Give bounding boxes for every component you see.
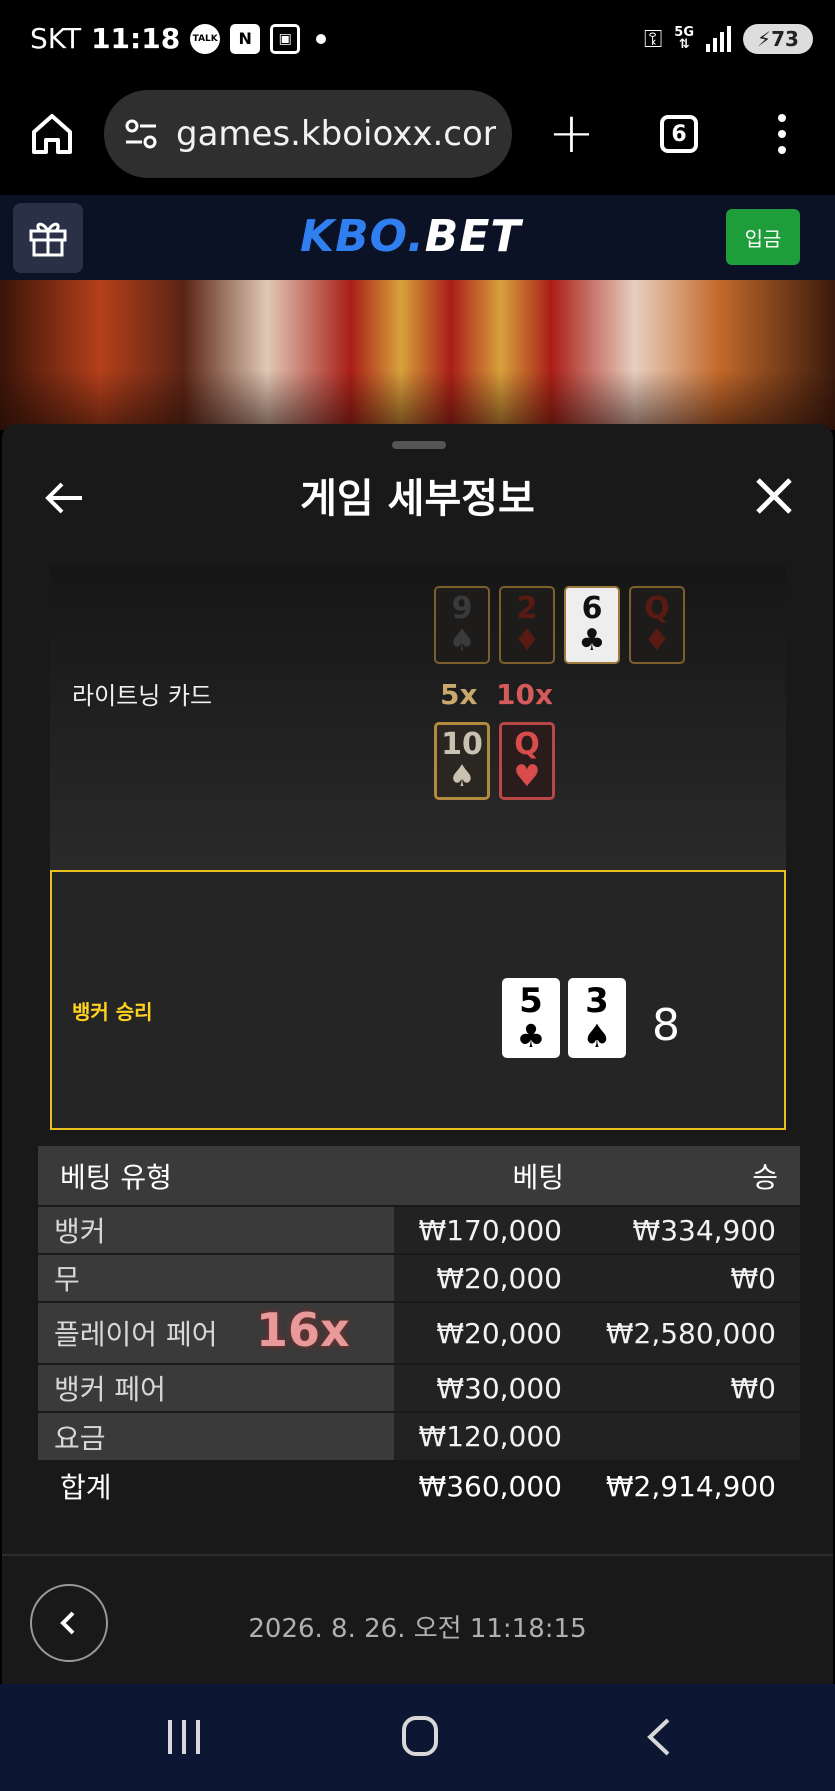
lightning-card: Q ♦ [629,586,685,664]
talk-icon: TALK [190,23,221,54]
vpn-key-icon: ⚿ [644,25,663,53]
bet-amount-cell: ₩170,000 [394,1205,586,1254]
banker-card: 5 ♣ [502,978,560,1058]
pair-multiplier-badge: 16x [256,1303,350,1357]
browser-toolbar: games.kboioxx.com/ + 6 [0,80,835,195]
game-details-panel: 게임 세부정보 라이트닝 카드 9 ♠ 2 ♦ 6 ♣ Q ♦ 5x 10x 10 ♠ Q… [2,424,833,1684]
panel-title: 게임 세부정보 [300,476,535,522]
battery-icon: ⚡ 73 [743,24,813,54]
table-row: 무 ₩20,000 ₩0 [38,1253,800,1302]
system-nav-bar [0,1684,835,1791]
bet-amount-cell: ₩120,000 [394,1411,586,1460]
screenshot-icon: ▣ [270,23,301,54]
site-settings-icon[interactable] [122,114,162,154]
bet-type-cell: 뱅커 [38,1205,394,1254]
round-timestamp: 2026. 8. 26. 오전 11:18:15 [248,1614,587,1644]
tab-switcher-button[interactable]: 6 [660,115,698,153]
live-video-feed [0,280,835,430]
home-icon[interactable] [28,110,76,158]
back-button[interactable] [640,1716,680,1758]
banker-card: 3 ♠ [568,978,626,1058]
lightning-cards-area: 라이트닝 카드 9 ♠ 2 ♦ 6 ♣ Q ♦ 5x 10x 10 ♠ Q ♥ [50,564,786,870]
bet-type-cell: 플레이어 페어 16x [38,1301,394,1364]
multiplier-card: 10 ♠ [434,722,490,800]
deposit-button[interactable]: 입금 [726,209,800,265]
table-row: 플레이어 페어 16x ₩20,000 ₩2,580,000 [38,1301,800,1364]
lightning-card: 9 ♠ [434,586,490,664]
banker-score: 8 [652,1000,680,1051]
lightning-cards-label: 라이트닝 카드 [72,682,213,710]
new-tab-button[interactable]: + [548,106,595,162]
bet-amount-cell: ₩30,000 [394,1363,586,1412]
bet-type-label: 플레이어 페어 [54,1318,218,1351]
gift-button[interactable] [13,203,83,273]
bet-table: 베팅 유형 베팅 승 뱅커 ₩170,000 ₩334,900 무 ₩20,00… [38,1146,800,1512]
table-row: 뱅커 페어 ₩30,000 ₩0 [38,1363,800,1412]
network-5g-icon: 5G ⇅ [674,25,694,52]
result-label: 뱅커 승리 [72,1000,153,1024]
lightning-card: 2 ♦ [499,586,555,664]
multiplier-card: Q ♥ [499,722,555,800]
header-bet: 베팅 [394,1146,586,1206]
win-amount-cell [586,1411,800,1460]
status-bar: SKT 11:18 TALK N ▣ ⚿ 5G ⇅ ⚡ 73 [0,0,835,80]
round-result-box: 뱅커 승리 5 ♣ 3 ♠ 8 [50,870,786,1130]
bet-type-cell: 뱅커 페어 [38,1363,394,1412]
header-win: 승 [586,1146,800,1206]
win-amount-cell: ₩2,580,000 [586,1301,800,1364]
total-label: 합계 [38,1460,394,1512]
signal-icon [706,26,731,52]
total-win: ₩2,914,900 [586,1460,800,1512]
bet-amount-cell: ₩20,000 [394,1301,586,1364]
lightning-card: 6 ♣ [564,586,620,664]
bet-type-cell: 요금 [38,1411,394,1460]
more-menu-button[interactable] [774,114,790,154]
carrier-label: SKT [30,22,82,55]
win-amount-cell: ₩0 [586,1363,800,1412]
site-header: KBO.BET 입금 [0,195,835,280]
bet-type-cell: 무 [38,1253,394,1302]
total-bet: ₩360,000 [394,1460,586,1512]
panel-divider [2,1554,833,1556]
table-row: 요금 ₩120,000 [38,1411,800,1460]
close-icon[interactable] [754,476,794,516]
recent-apps-button[interactable] [168,1720,200,1754]
bet-amount-cell: ₩20,000 [394,1253,586,1302]
win-amount-cell: ₩0 [586,1253,800,1302]
multiplier-label: 5x [440,678,478,711]
win-amount-cell: ₩334,900 [586,1205,800,1254]
home-button[interactable] [402,1716,438,1756]
naver-icon: N [230,23,261,54]
notification-dot [316,33,327,44]
site-logo[interactable]: KBO.BET [300,211,521,262]
drag-handle[interactable] [392,441,446,449]
clock: 11:18 [91,22,181,55]
address-bar[interactable]: games.kboioxx.com/ [104,90,512,178]
url-text[interactable]: games.kboioxx.com/ [176,114,496,154]
status-right: ⚿ 5G ⇅ ⚡ 73 [644,24,813,54]
table-header: 베팅 유형 베팅 승 [38,1146,800,1206]
gift-icon [29,222,67,257]
status-left: SKT 11:18 TALK N ▣ [30,22,327,55]
table-row: 뱅커 ₩170,000 ₩334,900 [38,1205,800,1254]
header-bet-type: 베팅 유형 [38,1146,394,1206]
total-row: 합계 ₩360,000 ₩2,914,900 [38,1460,800,1512]
multiplier-label: 10x [496,678,554,711]
